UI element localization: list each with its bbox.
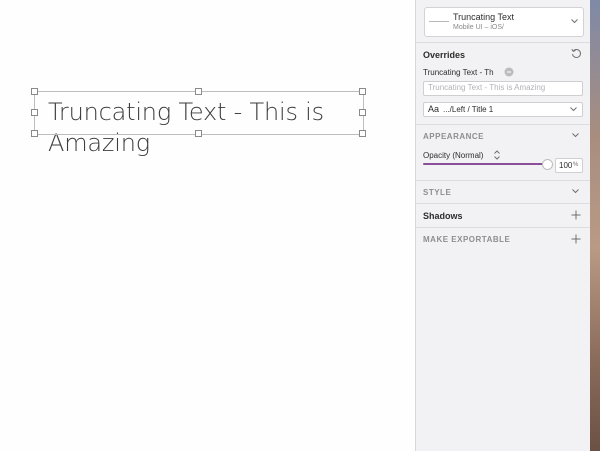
text-style-value: .../Left / Title 1 bbox=[443, 105, 494, 114]
opacity-value: 100 bbox=[559, 161, 573, 170]
add-export-plus-icon[interactable] bbox=[571, 234, 581, 244]
opacity-slider-track[interactable] bbox=[423, 163, 547, 165]
symbol-thumbnail bbox=[429, 21, 449, 22]
resize-handle-right[interactable] bbox=[359, 109, 366, 116]
opacity-slider-knob[interactable] bbox=[542, 159, 553, 170]
opacity-unit: % bbox=[573, 162, 579, 168]
symbol-name: Truncating Text bbox=[453, 12, 515, 22]
chevron-down-icon bbox=[570, 107, 577, 112]
chevron-down-icon bbox=[571, 19, 578, 24]
section-divider bbox=[416, 227, 590, 228]
make-exportable-title[interactable]: MAKE EXPORTABLE bbox=[423, 235, 510, 244]
opacity-label: Opacity (Normal) bbox=[423, 151, 484, 160]
section-divider bbox=[416, 124, 590, 125]
text-style-dropdown[interactable]: Aa .../Left / Title 1 bbox=[423, 102, 583, 117]
resize-handle-top-left[interactable] bbox=[31, 88, 38, 95]
style-chevron-down-icon[interactable] bbox=[572, 189, 579, 194]
resize-handle-top-right[interactable] bbox=[359, 88, 366, 95]
symbol-selector[interactable]: Truncating Text Mobile UI – iOS/ bbox=[424, 7, 584, 37]
reset-overrides-icon[interactable] bbox=[571, 48, 582, 59]
resize-handle-bottom-right[interactable] bbox=[359, 130, 366, 137]
appearance-section-title[interactable]: APPEARANCE bbox=[423, 132, 484, 141]
text-override-placeholder: Truncating Text - This is Amazing bbox=[428, 83, 546, 92]
overrides-title: Overrides bbox=[423, 50, 466, 60]
text-override-field[interactable]: Truncating Text - This is Amazing bbox=[423, 81, 583, 96]
symbol-library: Mobile UI – iOS/ bbox=[453, 24, 504, 31]
opacity-field[interactable]: 100 % bbox=[555, 158, 583, 173]
text-override-label: Truncating Text - Th bbox=[423, 68, 494, 77]
section-divider bbox=[416, 42, 590, 43]
add-shadow-plus-icon[interactable] bbox=[571, 210, 581, 220]
canvas[interactable]: Truncating Text - This is Amazing bbox=[0, 0, 415, 451]
section-divider bbox=[416, 180, 590, 181]
info-icon[interactable] bbox=[504, 67, 514, 77]
shadows-title: Shadows bbox=[423, 211, 463, 221]
appearance-chevron-down-icon[interactable] bbox=[572, 133, 579, 138]
resize-handle-top[interactable] bbox=[195, 88, 202, 95]
resize-handle-left[interactable] bbox=[31, 109, 38, 116]
text-style-icon: Aa bbox=[428, 104, 440, 114]
section-divider bbox=[416, 203, 590, 204]
blend-mode-stepper-icon[interactable] bbox=[494, 150, 500, 160]
style-section-title[interactable]: STYLE bbox=[423, 188, 451, 197]
desktop-wallpaper bbox=[590, 0, 600, 451]
selection-box[interactable] bbox=[34, 91, 364, 135]
resize-handle-bottom-left[interactable] bbox=[31, 130, 38, 137]
resize-handle-bottom[interactable] bbox=[195, 130, 202, 137]
